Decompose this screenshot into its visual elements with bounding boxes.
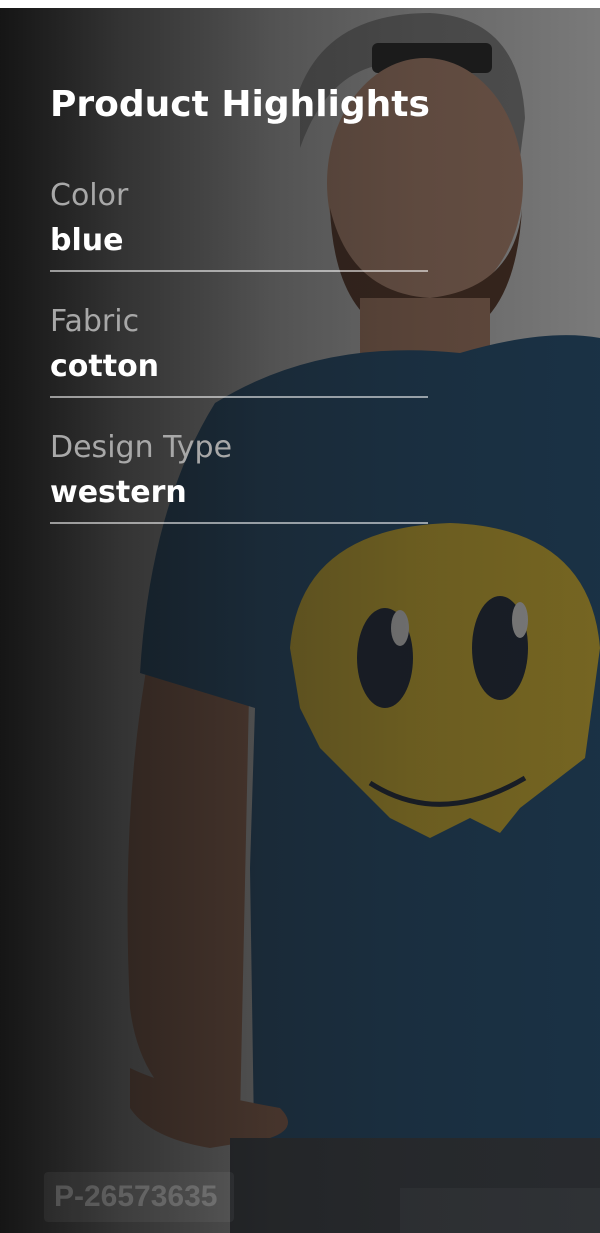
- attribute-color: Color blue: [50, 176, 428, 272]
- attribute-value: blue: [50, 223, 124, 258]
- attribute-fabric: Fabric cotton: [50, 302, 428, 398]
- attribute-value: cotton: [50, 349, 160, 384]
- attribute-label: Fabric: [50, 304, 140, 339]
- highlights-title: Product Highlights: [50, 84, 430, 125]
- attribute-design-type: Design Type western: [50, 428, 428, 524]
- attribute-label: Color: [50, 178, 129, 213]
- attribute-label: Design Type: [50, 430, 233, 465]
- status-strip: [0, 0, 600, 8]
- product-highlights-panel: Product Highlights Color blue Fabric cot…: [50, 80, 430, 554]
- attribute-value: western: [50, 475, 187, 510]
- product-highlights-screen: Product Highlights Color blue Fabric cot…: [0, 0, 600, 1233]
- product-id-watermark: P-26573635: [44, 1172, 234, 1222]
